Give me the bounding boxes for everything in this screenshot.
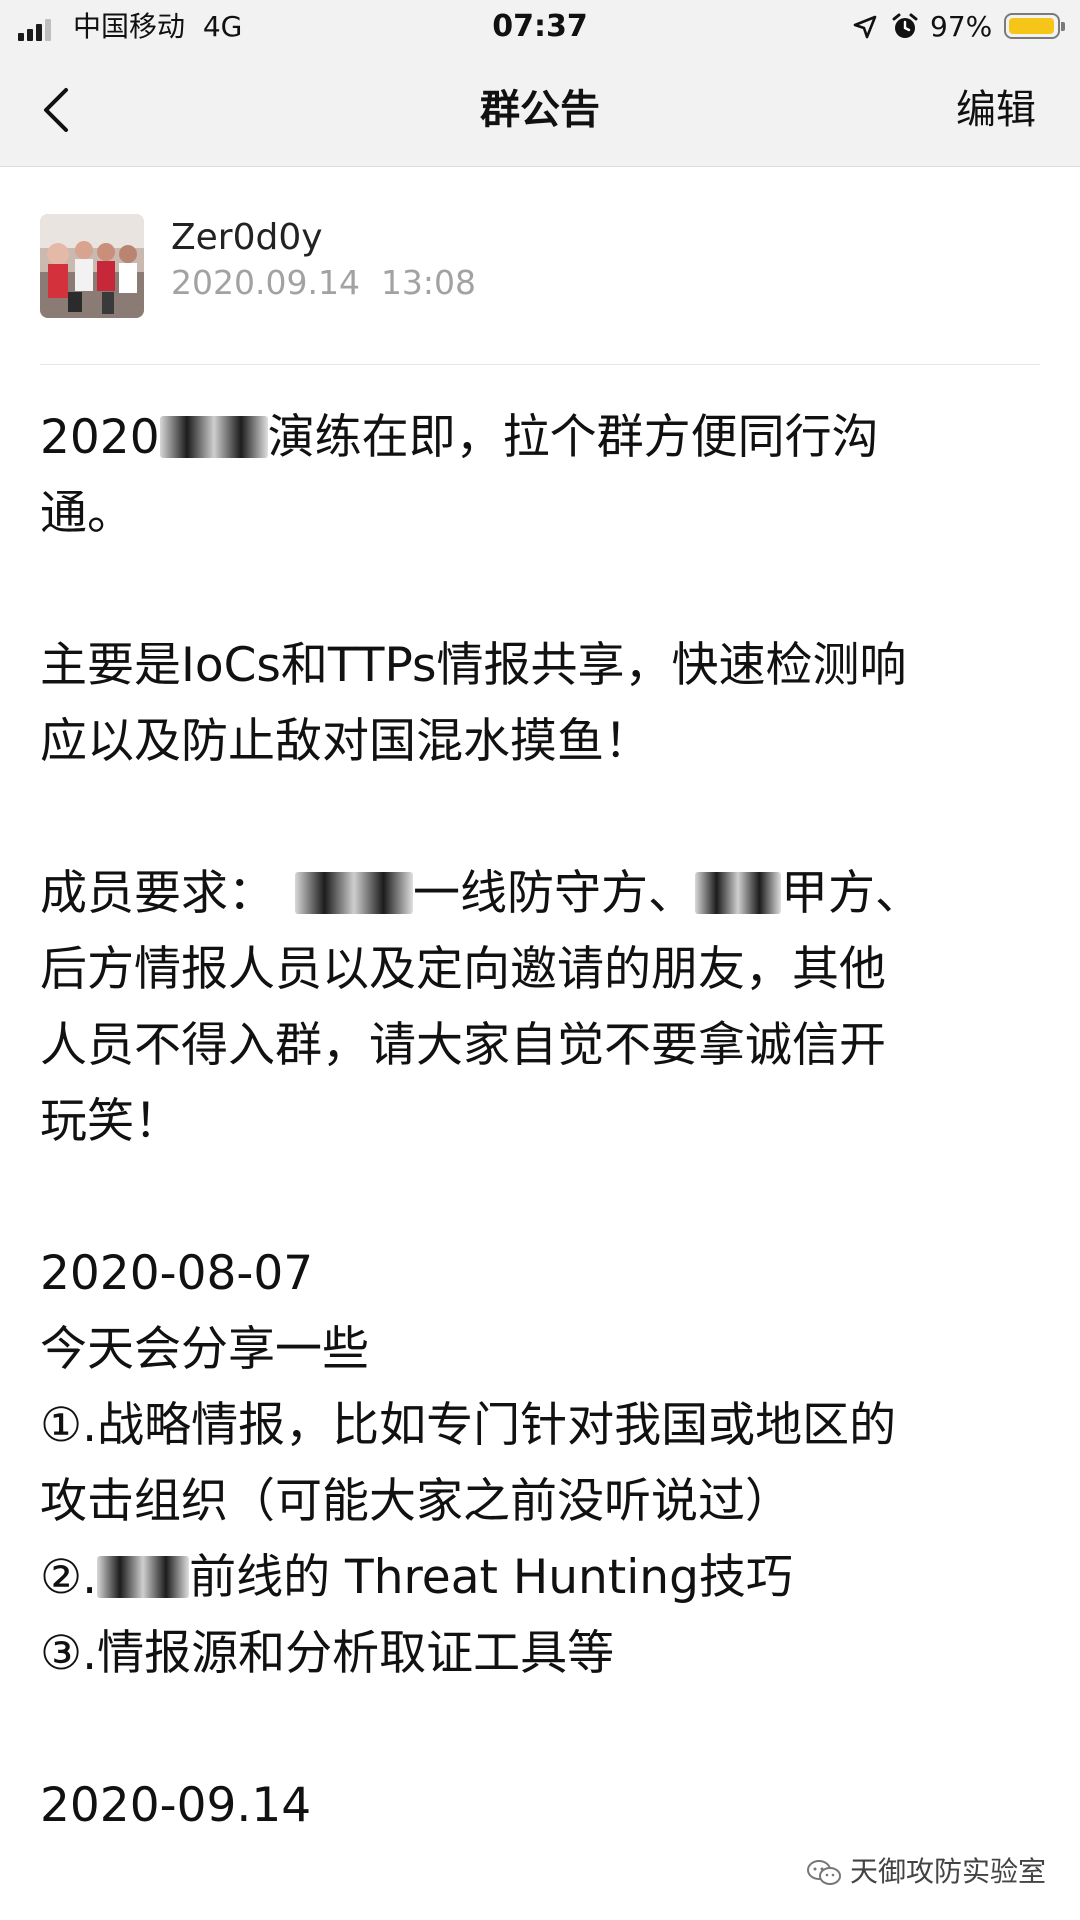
announcement-body: 2020 演练在即，拉个群方便同行沟 通。 主要是IoCs和TTPs情报共享，快速…	[40, 400, 1050, 1920]
text-line: 人员不得入群，请大家自觉不要拿诚信开	[40, 1018, 886, 1073]
battery-icon	[1004, 13, 1065, 39]
text-line: 应以及防止敌对国混水摸鱼！	[40, 714, 651, 769]
list-item: ②. 前线的 Threat Hunting技巧	[40, 1540, 1050, 1616]
redaction-mark	[159, 415, 268, 458]
text-line: 玩笑！	[40, 1094, 181, 1149]
text-line: 后方情报人员以及定向邀请的朋友，其他	[40, 942, 886, 997]
list-item: ①.战略情报，比如专门针对我国或地区的	[40, 1398, 897, 1453]
text-span: 成员要求：	[40, 866, 275, 921]
page-title: 群公告	[480, 87, 600, 133]
post-date: 2020.09.14	[171, 263, 360, 302]
text-line: 通。	[40, 486, 134, 541]
battery-fill	[1009, 18, 1054, 34]
alarm-clock-icon	[892, 13, 918, 38]
text-span: ②.	[40, 1550, 98, 1605]
text-span: 演练在即，拉个群方便同行沟	[267, 410, 879, 465]
paragraph-update: 2020-09.14	[40, 1768, 1050, 1844]
watermark-text: 天御攻防实验室	[849, 1855, 1046, 1888]
wechat-icon	[806, 1860, 841, 1885]
edit-button[interactable]: 编辑	[956, 84, 1036, 136]
text-span: 2020	[40, 410, 160, 465]
author-name[interactable]: Zer0d0y	[171, 216, 323, 260]
post-clock: 13:08	[380, 263, 477, 302]
list-item: ③.情报源和分析取证工具等	[40, 1626, 615, 1681]
screen: 中国移动 4G 07:37 97% 群公告 编辑 Zer0d0y 2020.09…	[0, 0, 1080, 1920]
redaction-mark	[97, 1555, 190, 1598]
text-line: 成员要求： 一线防守方、 甲方、	[40, 856, 1050, 932]
avatar[interactable]	[40, 214, 144, 318]
divider	[40, 364, 1040, 365]
post-timestamp: 2020.09.14 13:08	[171, 262, 476, 304]
text-line: 主要是IoCs和TTPs情报共享，快速检测响	[40, 638, 907, 693]
text-span: 前线的 Threat Hunting技巧	[189, 1550, 793, 1605]
paragraph-requirements: 成员要求： 一线防守方、 甲方、 后方情报人员以及定向邀请的朋友，其他 人员不得入群…	[40, 856, 1050, 1160]
text-line: 2020 演练在即，拉个群方便同行沟	[40, 400, 1050, 476]
paragraph-sharing-plan: 2020-08-07 今天会分享一些 ①.战略情报，比如专门针对我国或地区的 攻…	[40, 1236, 1050, 1692]
location-arrow-icon	[853, 15, 877, 39]
redaction-mark	[695, 871, 781, 914]
redaction-mark	[295, 871, 413, 914]
section-date: 2020-09.14	[40, 1778, 312, 1833]
status-bar: 中国移动 4G 07:37 97%	[0, 0, 1080, 54]
text-line: 今天会分享一些	[40, 1322, 369, 1377]
battery-percent: 97%	[930, 10, 993, 43]
text-line: 攻击组织（可能大家之前没听说过）	[40, 1474, 792, 1529]
watermark: 天御攻防实验室	[806, 1852, 1046, 1892]
paragraph-purpose: 主要是IoCs和TTPs情报共享，快速检测响 应以及防止敌对国混水摸鱼！	[40, 628, 1050, 780]
nav-bar: 群公告 编辑	[0, 54, 1080, 167]
section-date: 2020-08-07	[40, 1246, 314, 1301]
text-span: 甲方、	[781, 866, 922, 921]
paragraph-intro: 2020 演练在即，拉个群方便同行沟 通。	[40, 400, 1050, 552]
text-span: 一线防守方、	[413, 866, 695, 921]
